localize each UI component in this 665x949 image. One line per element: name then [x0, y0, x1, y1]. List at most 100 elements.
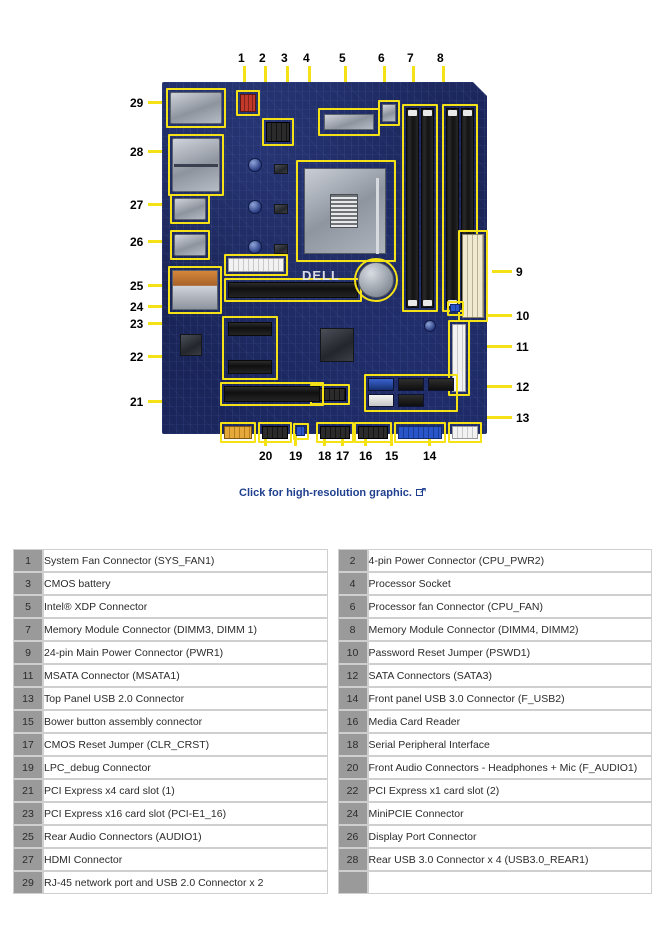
highlight-25 [168, 266, 222, 314]
highlight-1 [236, 90, 260, 116]
legend-column-gap [327, 802, 338, 825]
legend-label-left: LPC_debug Connector [43, 756, 328, 779]
high-resolution-link-wrapper: Click for high-resolution graphic. [0, 487, 665, 500]
callout-number-13: 13 [516, 411, 530, 425]
legend-number-left: 3 [13, 572, 43, 595]
table-row: 11 MSATA Connector (MSATA1) 12 SATA Conn… [13, 664, 652, 687]
motherboard-image: DELL [162, 81, 488, 443]
legend-label-right: Processor Socket [367, 572, 652, 595]
highlight-22 [222, 316, 278, 380]
legend-column-gap [327, 756, 338, 779]
legend-column-gap [327, 572, 338, 595]
legend-number-left: 9 [13, 641, 43, 664]
legend-label-left: Intel® XDP Connector [43, 595, 328, 618]
legend-label-left: Bower button assembly connector [43, 710, 328, 733]
callout-number-22: 22 [130, 350, 144, 364]
legend-number-right: 4 [337, 572, 368, 595]
legend-number-right: 20 [337, 756, 368, 779]
highlight-15 [354, 422, 392, 443]
table-row: 1 System Fan Connector (SYS_FAN1) 2 4-pi… [13, 549, 652, 572]
highlight-21 [220, 382, 324, 406]
legend-number-right: 28 [337, 848, 368, 871]
io-controller-chip [180, 334, 202, 356]
callout-number-20: 20 [259, 449, 273, 463]
legend-label-right: PCI Express x1 card slot (2) [367, 779, 652, 802]
legend-label-left: RJ-45 network port and USB 2.0 Connector… [43, 871, 328, 894]
legend-column-gap [327, 641, 338, 664]
legend-label-right: MiniPCIE Connector [367, 802, 652, 825]
table-row: 19 LPC_debug Connector 20 Front Audio Co… [13, 756, 652, 779]
legend-label-right: Serial Peripheral Interface [367, 733, 652, 756]
legend-label-left: Memory Module Connector (DIMM3, DIMM 1) [43, 618, 328, 641]
callout-number-9: 9 [516, 265, 523, 279]
legend-column-gap [327, 779, 338, 802]
legend-body: 1 System Fan Connector (SYS_FAN1) 2 4-pi… [13, 549, 652, 894]
callout-number-23: 23 [130, 317, 144, 331]
highlight-7 [402, 104, 438, 312]
table-row: 13 Top Panel USB 2.0 Connector 14 Front … [13, 687, 652, 710]
callout-number-8: 8 [437, 51, 444, 65]
legend-number-right: 14 [337, 687, 368, 710]
legend-number-right: 26 [337, 825, 368, 848]
legend-label-right: Front Audio Connectors - Headphones + Mi… [367, 756, 652, 779]
callout-number-7: 7 [407, 51, 414, 65]
external-link-icon [415, 488, 426, 500]
callout-number-25: 25 [130, 279, 144, 293]
vrm-mosfet-3 [274, 244, 288, 254]
table-row: 3 CMOS battery 4 Processor Socket [13, 572, 652, 595]
legend-label-left: System Fan Connector (SYS_FAN1) [43, 549, 328, 572]
callout-number-10: 10 [516, 309, 530, 323]
high-resolution-graphic-link[interactable]: Click for high-resolution graphic. [239, 487, 426, 499]
table-row: 23 PCI Express x16 card slot (PCI-E1_16)… [13, 802, 652, 825]
highlight-23 [224, 278, 362, 302]
highlight-3 [354, 258, 398, 302]
legend-number-right: 2 [337, 549, 368, 572]
legend-label-left: MSATA Connector (MSATA1) [43, 664, 328, 687]
callout-number-16: 16 [359, 449, 373, 463]
table-row: 21 PCI Express x4 card slot (1) 22 PCI E… [13, 779, 652, 802]
capacitor-1 [248, 158, 262, 172]
callout-number-4: 4 [303, 51, 310, 65]
legend-label-right: Rear USB 3.0 Connector x 4 (USB3.0_REAR1… [367, 848, 652, 871]
capacitor-4 [424, 320, 436, 332]
legend-number-left: 11 [13, 664, 43, 687]
legend-label-right: Media Card Reader [367, 710, 652, 733]
callout-number-14: 14 [423, 449, 437, 463]
legend-column-gap [327, 825, 338, 848]
legend-number-right: 24 [337, 802, 368, 825]
callout-number-21: 21 [130, 395, 144, 409]
callout-number-2: 2 [259, 51, 266, 65]
highlight-2 [262, 118, 294, 146]
table-row: 27 HDMI Connector 28 Rear USB 3.0 Connec… [13, 848, 652, 871]
legend-label-left: Top Panel USB 2.0 Connector [43, 687, 328, 710]
legend-number-left: 15 [13, 710, 43, 733]
chipset-component [320, 328, 354, 362]
highlight-6 [378, 100, 400, 126]
callout-number-28: 28 [130, 145, 144, 159]
legend-column-gap [327, 595, 338, 618]
legend-column-gap [327, 733, 338, 756]
legend-label-left: 24-pin Main Power Connector (PWR1) [43, 641, 328, 664]
legend-number-left: 27 [13, 848, 43, 871]
motherboard-diagram: 1 2 3 4 5 6 7 8 29 28 27 26 25 24 23 22 … [0, 0, 665, 499]
legend-number-right: 12 [337, 664, 368, 687]
legend-label-left: PCI Express x16 card slot (PCI-E1_16) [43, 802, 328, 825]
legend-label-left: Rear Audio Connectors (AUDIO1) [43, 825, 328, 848]
legend-label-left: CMOS battery [43, 572, 328, 595]
high-resolution-link-label: Click for high-resolution graphic. [239, 487, 412, 499]
table-row: 17 CMOS Reset Jumper (CLR_CRST) 18 Seria… [13, 733, 652, 756]
legend-number-left: 17 [13, 733, 43, 756]
legend-column-gap [327, 687, 338, 710]
legend-number-left: 21 [13, 779, 43, 802]
legend-column-gap [327, 549, 338, 572]
callout-number-19: 19 [289, 449, 303, 463]
legend-label-right: 4-pin Power Connector (CPU_PWR2) [367, 549, 652, 572]
legend-number-left: 23 [13, 802, 43, 825]
component-legend-table: 1 System Fan Connector (SYS_FAN1) 2 4-pi… [13, 549, 652, 894]
legend-number-right: 22 [337, 779, 368, 802]
legend-label-right: Processor fan Connector (CPU_FAN) [367, 595, 652, 618]
legend-number-left: 7 [13, 618, 43, 641]
callout-number-11: 11 [516, 340, 529, 354]
legend-number-left: 1 [13, 549, 43, 572]
legend-label-left: PCI Express x4 card slot (1) [43, 779, 328, 802]
